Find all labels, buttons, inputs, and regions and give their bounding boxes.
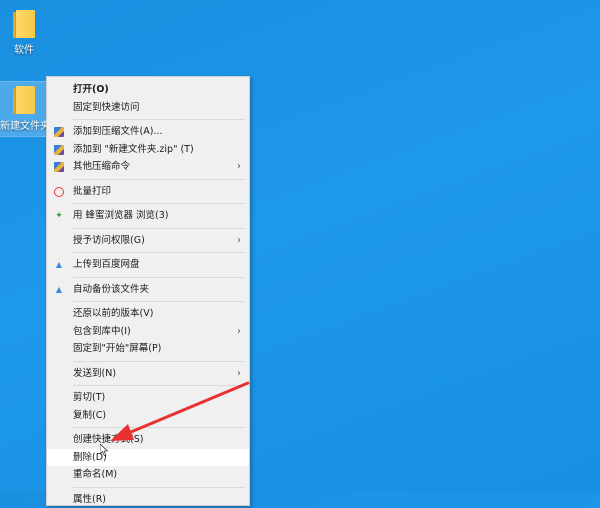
menu-separator (73, 385, 245, 386)
chevron-right-icon: › (237, 232, 241, 250)
archive-icon (54, 162, 64, 172)
menu-separator (73, 301, 245, 302)
menu-separator (73, 119, 245, 120)
folder-icon (13, 10, 35, 38)
context-menu: 打开(O) 固定到快速访问 添加到压缩文件(A)... 添加到 "新建文件夹.z… (46, 76, 250, 506)
desktop-icon-software[interactable]: 软件 (0, 6, 48, 58)
menu-item-create-shortcut[interactable]: 创建快捷方式(S) (47, 431, 249, 449)
print-icon (54, 187, 64, 197)
chevron-right-icon: › (237, 323, 241, 341)
menu-item-rename[interactable]: 重命名(M) (47, 466, 249, 484)
menu-separator (73, 361, 245, 362)
menu-separator (73, 427, 245, 428)
menu-separator (73, 203, 245, 204)
menu-item-restore-versions[interactable]: 还原以前的版本(V) (47, 305, 249, 323)
menu-item-auto-backup[interactable]: ▲ 自动备份该文件夹 (47, 281, 249, 299)
menu-separator (73, 179, 245, 180)
chevron-right-icon: › (237, 365, 241, 383)
desktop-icon-label: 软件 (0, 41, 48, 56)
menu-item-open[interactable]: 打开(O) (47, 81, 249, 99)
menu-separator (73, 277, 245, 278)
menu-separator (73, 252, 245, 253)
folder-icon (13, 86, 35, 114)
menu-item-other-compress[interactable]: 其他压缩命令 › (47, 158, 249, 176)
menu-separator (73, 228, 245, 229)
desktop-icon-new-folder[interactable]: 新建文件夹 (0, 82, 48, 136)
menu-item-properties[interactable]: 属性(R) (47, 491, 249, 508)
menu-item-add-to-archive[interactable]: 添加到压缩文件(A)... (47, 123, 249, 141)
menu-item-pin-quick-access[interactable]: 固定到快速访问 (47, 99, 249, 117)
menu-item-delete[interactable]: 删除(D) (47, 449, 249, 467)
menu-item-include-in-library[interactable]: 包含到库中(I) › (47, 323, 249, 341)
archive-icon (54, 127, 64, 137)
menu-item-send-to[interactable]: 发送到(N) › (47, 365, 249, 383)
mouse-cursor-icon (100, 444, 108, 456)
menu-item-grant-access[interactable]: 授予访问权限(G) › (47, 232, 249, 250)
menu-item-add-to-zip[interactable]: 添加到 "新建文件夹.zip" (T) (47, 141, 249, 159)
menu-item-batch-print[interactable]: 批量打印 (47, 183, 249, 201)
menu-item-browse-with-browser[interactable]: ✦ 用 蜂蜜浏览器 浏览(3) (47, 207, 249, 225)
menu-item-pin-start[interactable]: 固定到"开始"屏幕(P) (47, 340, 249, 358)
archive-icon (54, 145, 64, 155)
chevron-right-icon: › (237, 158, 241, 176)
desktop-icon-label: 新建文件夹 (0, 117, 48, 132)
menu-item-copy[interactable]: 复制(C) (47, 407, 249, 425)
menu-item-upload-baidu[interactable]: ▲ 上传到百度网盘 (47, 256, 249, 274)
cloud-icon: ▲ (54, 285, 64, 295)
menu-item-cut[interactable]: 剪切(T) (47, 389, 249, 407)
menu-separator (73, 487, 245, 488)
leaf-icon: ✦ (54, 211, 64, 221)
cloud-icon: ▲ (54, 260, 64, 270)
